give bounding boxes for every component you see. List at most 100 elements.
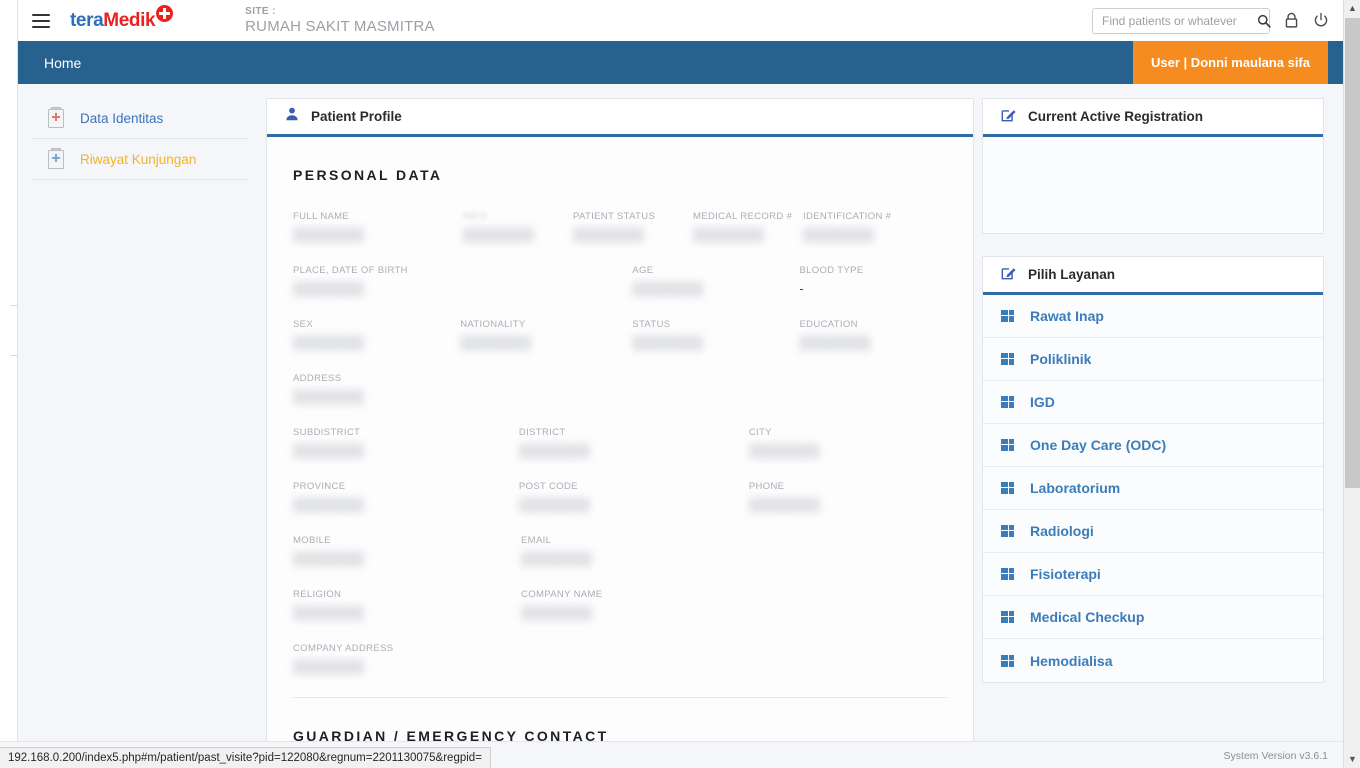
lock-icon[interactable]: [1284, 12, 1299, 29]
right-column: Current Active Registration Pilih Layana…: [982, 98, 1324, 683]
nav-item-home[interactable]: Home: [44, 55, 81, 71]
layanan-item-label: IGD: [1030, 394, 1055, 410]
user-badge[interactable]: User | Donni maulana sifa: [1133, 41, 1328, 84]
scrollbar-thumb[interactable]: [1345, 18, 1360, 488]
layanan-item-label: Poliklinik: [1030, 351, 1092, 367]
power-icon[interactable]: [1313, 12, 1329, 29]
field-label: DISTRICT: [518, 427, 566, 438]
field-value: ████████: [632, 336, 704, 350]
field-full-name: FULL NAME ████████: [293, 211, 463, 243]
edge-tick: [10, 305, 17, 306]
layanan-item-medical-checkup[interactable]: Medical Checkup: [983, 596, 1323, 639]
current-active-registration-panel: Current Active Registration: [982, 98, 1324, 234]
sidebar-item-riwayat-kunjungan[interactable]: Riwayat Kunjungan: [32, 139, 248, 180]
layanan-item-rawat-inap[interactable]: Rawat Inap: [983, 295, 1323, 338]
field-company-name: COMPANY NAME ████████: [521, 589, 753, 621]
field-value: ████████: [799, 336, 871, 350]
field-blood-type: BLOOD TYPE -: [799, 265, 947, 297]
medical-cross-icon: [156, 4, 174, 22]
field-value: ████████: [293, 336, 364, 350]
edge-tick: [10, 355, 17, 356]
grid-icon: [1001, 568, 1014, 580]
sidebar-item-data-identitas[interactable]: Data Identitas: [32, 98, 248, 139]
field-value: ████████: [748, 498, 820, 512]
field-province: PROVINCE ████████: [293, 481, 519, 513]
sidebar-item-label: Data Identitas: [80, 110, 164, 126]
field-label: BLOOD TYPE: [799, 265, 864, 276]
left-edge-strip: [0, 0, 18, 741]
field-post-code: POST CODE ████████: [519, 481, 749, 513]
layanan-item-poliklinik[interactable]: Poliklinik: [983, 338, 1323, 381]
layanan-list: Rawat Inap Poliklinik IGD One Day Care (ODC…: [983, 295, 1323, 682]
panel-title: Pilih Layanan: [1028, 267, 1116, 282]
layanan-item-igd[interactable]: IGD: [983, 381, 1323, 424]
page-body: Data Identitas Riwayat Kunjungan Patient…: [18, 84, 1343, 746]
field-label: IDENTIFICATION #: [803, 211, 892, 222]
field-company-address: COMPANY ADDRESS ████████: [293, 643, 947, 675]
grid-icon: [1001, 654, 1014, 667]
profile-body: PERSONAL DATA FULL NAME ████████ Info █████…: [267, 137, 973, 744]
field-patient-status: PATIENT STATUS ████████: [573, 211, 693, 243]
search-icon[interactable]: [1257, 14, 1271, 28]
page-scrollbar[interactable]: ▲ ▼: [1343, 0, 1360, 768]
layanan-item-one-day-care-odc[interactable]: One Day Care (ODC): [983, 424, 1323, 467]
field-city: CITY ████████: [749, 427, 947, 459]
header-actions: [1092, 7, 1343, 34]
edit-square-icon: [1001, 107, 1016, 127]
layanan-item-radiologi[interactable]: Radiologi: [983, 510, 1323, 553]
system-version: System Version v3.6.1: [1223, 750, 1328, 762]
field-value: ████████: [460, 336, 532, 350]
field-value: ████████: [803, 228, 874, 242]
field-value: ████████: [632, 282, 704, 296]
panel-header: Patient Profile: [267, 99, 973, 137]
panel-title: Current Active Registration: [1028, 109, 1204, 124]
field-value: ████████: [293, 498, 364, 512]
edit-square-icon: [1001, 265, 1016, 285]
site-info: SITE : RUMAH SAKIT MASMITRA: [245, 6, 435, 35]
field-religion: RELIGION ████████: [293, 589, 521, 621]
field-value: ████████: [518, 498, 590, 512]
field-row: PROVINCE ████████ POST CODE ████████ PHONE ██…: [293, 481, 947, 513]
field-row: FULL NAME ████████ Info ████████ PATIENT STA…: [293, 211, 947, 243]
field-value: ████████: [293, 444, 364, 458]
search-box[interactable]: [1092, 7, 1271, 34]
document-blue-cross-icon: [48, 147, 64, 169]
field-medical-record: MEDICAL RECORD # ████████: [693, 211, 803, 243]
field-value: ████████: [463, 228, 534, 242]
registration-content: [983, 137, 1323, 233]
search-input[interactable]: [1102, 13, 1257, 28]
chevron-up-icon[interactable]: ▲: [1344, 0, 1360, 17]
status-bar-url: 192.168.0.200/index5.php#m/patient/past_…: [0, 747, 491, 768]
hamburger-icon[interactable]: [32, 13, 50, 28]
field-label: POST CODE: [518, 481, 578, 492]
site-name: RUMAH SAKIT MASMITRA: [245, 18, 435, 35]
field-value: ████████: [521, 606, 592, 620]
field-value: ████████: [293, 228, 364, 242]
brand-logo[interactable]: tera Medik: [70, 4, 174, 32]
layanan-item-laboratorium[interactable]: Laboratorium: [983, 467, 1323, 510]
field-label: Info: [463, 211, 488, 222]
field-info: Info ████████: [463, 211, 573, 243]
layanan-item-hemodialisa[interactable]: Hemodialisa: [983, 639, 1323, 682]
field-label: COMPANY ADDRESS: [293, 643, 394, 654]
field-label: AGE: [632, 265, 654, 276]
field-label: ADDRESS: [293, 373, 342, 384]
field-age: AGE ████████: [632, 265, 799, 297]
field-address: ADDRESS ████████: [293, 373, 947, 405]
app-header: tera Medik SITE : RUMAH SAKIT MASMITRA: [18, 0, 1343, 41]
field-value: ████████: [293, 552, 364, 566]
layanan-item-label: Medical Checkup: [1030, 609, 1145, 625]
layanan-item-fisioterapi[interactable]: Fisioterapi: [983, 553, 1323, 596]
field-label: PATIENT STATUS: [573, 211, 656, 222]
field-sex: SEX ████████: [293, 319, 460, 351]
field-row: SEX ████████ NATIONALITY ████████ STATUS ████…: [293, 319, 947, 351]
field-row: COMPANY ADDRESS ████████: [293, 643, 947, 675]
field-place-date-of-birth: PLACE, DATE OF BIRTH ████████: [293, 265, 632, 297]
field-label: CITY: [748, 427, 772, 438]
field-value: ████████: [693, 228, 764, 242]
user-icon: [285, 107, 299, 126]
field-row: RELIGION ████████ COMPANY NAME ████████: [293, 589, 947, 621]
layanan-item-label: One Day Care (ODC): [1030, 437, 1167, 453]
chevron-down-icon[interactable]: ▼: [1344, 751, 1360, 768]
logo-text-medik: Medik: [103, 9, 156, 31]
